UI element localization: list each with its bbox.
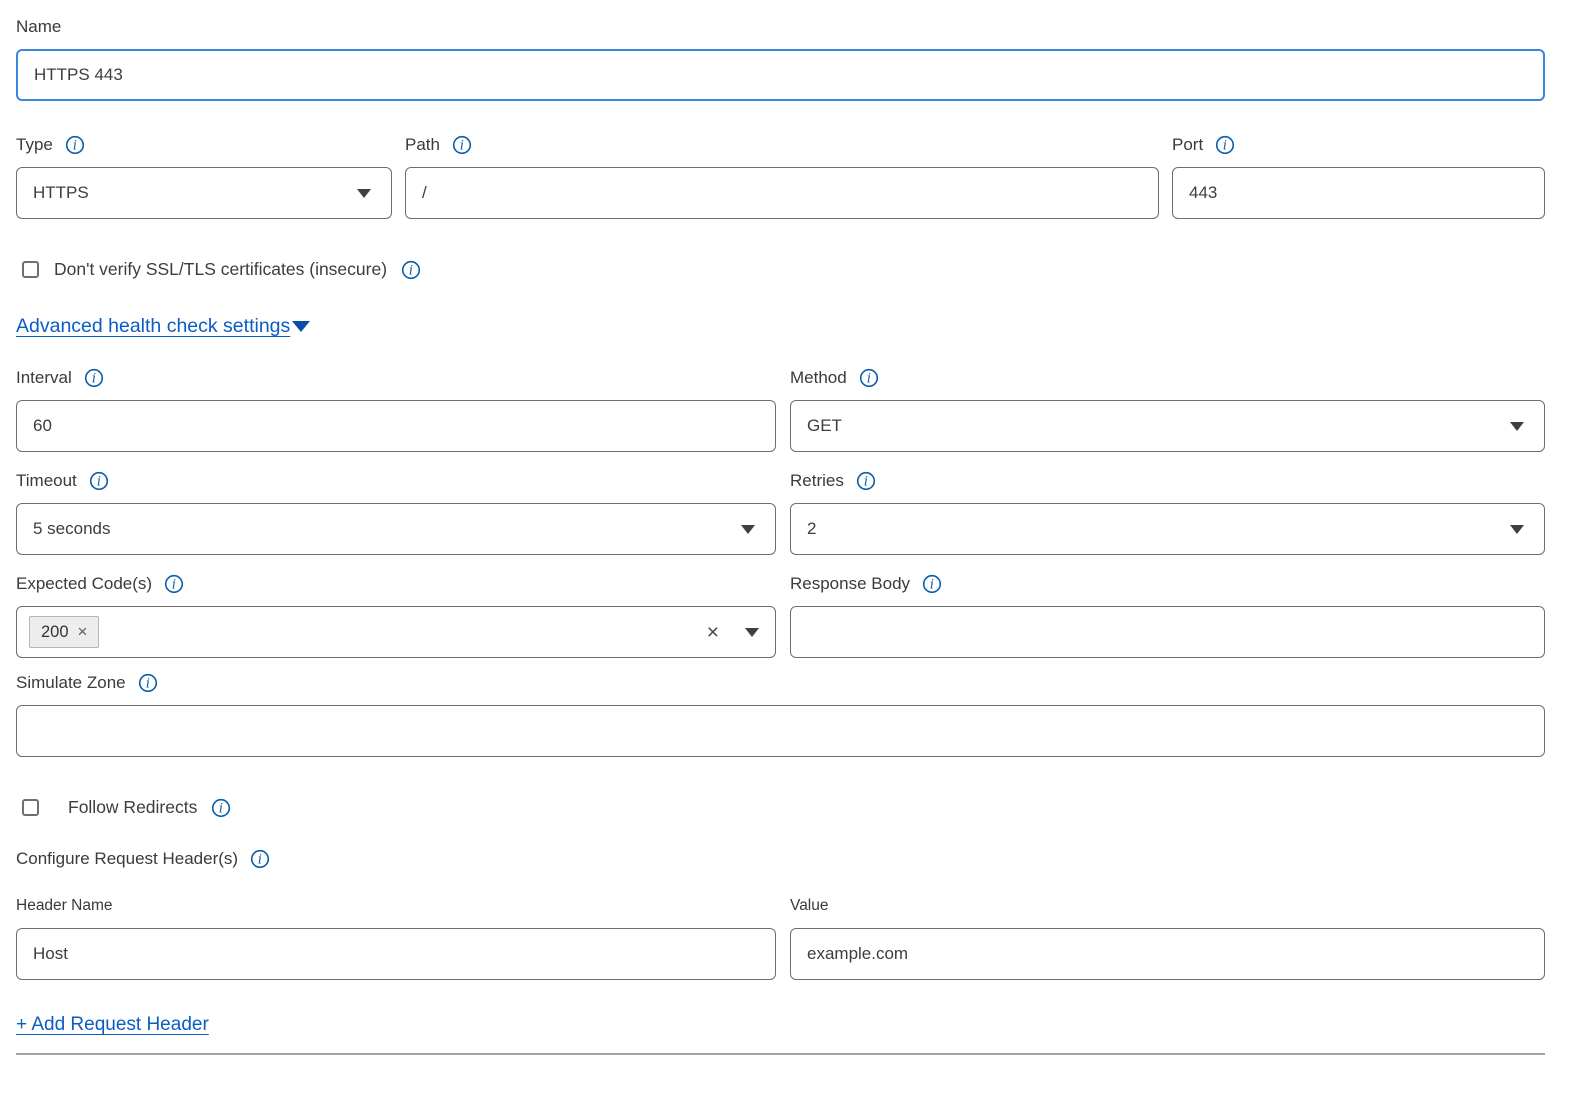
chevron-down-icon [741,525,755,534]
retries-label: Retries i [790,470,1545,492]
svg-text:i: i [930,578,934,593]
ssl-verify-checkbox[interactable] [22,261,39,278]
svg-text:i: i [146,677,150,692]
info-icon[interactable]: i [452,135,472,155]
expected-codes-label: Expected Code(s) i [16,573,776,595]
info-icon[interactable]: i [164,574,184,594]
header-name-input[interactable] [16,928,776,980]
header-name-field: Header Name [16,895,776,980]
svg-text:i: i [73,139,77,154]
type-field: Type i HTTPS [16,134,392,219]
add-request-header-link[interactable]: + Add Request Header [16,1014,209,1035]
collapse-arrow-icon [292,321,310,332]
follow-redirects-row: Follow Redirects i [16,797,1545,818]
header-name-label: Header Name [16,895,776,917]
interval-input[interactable] [16,400,776,452]
header-value-label: Value [790,895,1545,917]
type-select[interactable]: HTTPS [16,167,392,219]
info-icon[interactable]: i [89,471,109,491]
info-icon[interactable]: i [250,849,270,869]
info-icon[interactable]: i [84,368,104,388]
method-field: Method i GET [790,367,1545,452]
path-label: Path i [405,134,1159,156]
chevron-down-icon[interactable] [745,628,759,637]
ssl-verify-label: Don't verify SSL/TLS certificates (insec… [54,259,387,280]
svg-text:i: i [1223,139,1227,154]
response-body-input[interactable] [790,606,1545,658]
retries-select[interactable]: 2 [790,503,1545,555]
info-icon[interactable]: i [401,260,421,280]
simulate-zone-field: Simulate Zone i [16,672,1545,757]
section-divider [16,1053,1545,1055]
timeout-field: Timeout i 5 seconds [16,470,776,555]
port-input[interactable] [1172,167,1545,219]
path-input[interactable] [405,167,1159,219]
follow-redirects-label: Follow Redirects [68,797,197,818]
clear-all-icon[interactable]: × [707,622,719,643]
response-body-label: Response Body i [790,573,1545,595]
svg-text:i: i [864,475,868,490]
name-label: Name [16,16,1545,38]
info-icon[interactable]: i [1215,135,1235,155]
svg-text:i: i [219,801,223,816]
info-icon[interactable]: i [65,135,85,155]
method-select[interactable]: GET [790,400,1545,452]
svg-text:i: i [92,372,96,387]
info-icon[interactable]: i [138,673,158,693]
expected-codes-multiselect[interactable]: 200 × × [16,606,776,658]
ssl-verify-row: Don't verify SSL/TLS certificates (insec… [16,259,1545,280]
type-label: Type i [16,134,392,156]
interval-field: Interval i [16,367,776,452]
svg-text:i: i [97,475,101,490]
follow-redirects-checkbox[interactable] [22,799,39,816]
name-input[interactable] [16,49,1545,101]
request-headers-section-label: Configure Request Header(s) i [16,848,1545,870]
simulate-zone-label: Simulate Zone i [16,672,1545,694]
path-field: Path i [405,134,1159,219]
retries-field: Retries i 2 [790,470,1545,555]
timeout-label: Timeout i [16,470,776,492]
svg-text:i: i [460,139,464,154]
interval-label: Interval i [16,367,776,389]
header-value-field: Value [790,895,1545,980]
info-icon[interactable]: i [211,798,231,818]
svg-text:i: i [409,263,413,278]
advanced-settings-link[interactable]: Advanced health check settings [16,315,290,338]
svg-text:i: i [172,578,176,593]
info-icon[interactable]: i [922,574,942,594]
chevron-down-icon [357,189,371,198]
timeout-select[interactable]: 5 seconds [16,503,776,555]
request-header-row: Header Name Value [16,895,1545,980]
chevron-down-icon [1510,525,1524,534]
method-label: Method i [790,367,1545,389]
port-label: Port i [1172,134,1545,156]
header-value-input[interactable] [790,928,1545,980]
info-icon[interactable]: i [856,471,876,491]
remove-tag-icon[interactable]: × [78,622,88,642]
simulate-zone-input[interactable] [16,705,1545,757]
svg-text:i: i [867,372,871,387]
response-body-field: Response Body i [790,573,1545,658]
expected-codes-field: Expected Code(s) i 200 × × [16,573,776,658]
svg-text:i: i [258,853,262,868]
port-field: Port i [1172,134,1545,219]
chevron-down-icon [1510,422,1524,431]
code-tag: 200 × [29,616,99,648]
info-icon[interactable]: i [859,368,879,388]
